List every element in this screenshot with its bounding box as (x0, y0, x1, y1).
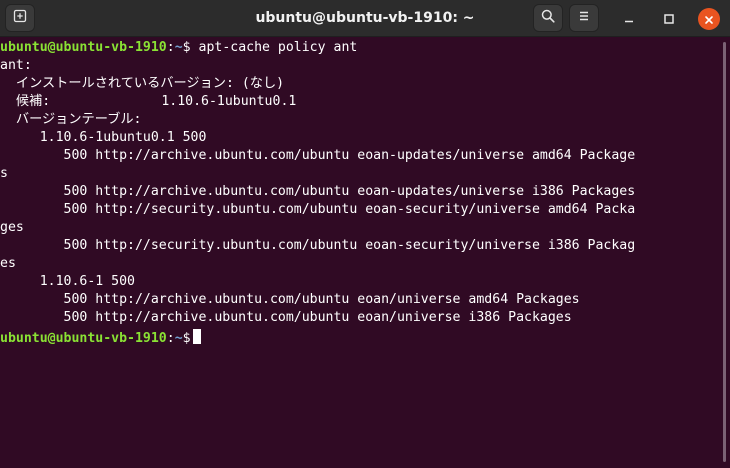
search-button[interactable] (533, 4, 563, 32)
output-line: 1.10.6-1 500 (0, 274, 135, 289)
prompt-colon: : (166, 331, 175, 346)
terminal-output[interactable]: ubuntu@ubuntu-vb-1910:~$ apt-cache polic… (0, 37, 718, 468)
maximize-icon (663, 10, 675, 29)
command-line: ubuntu@ubuntu-vb-1910:~$ apt-cache polic… (0, 39, 357, 57)
prompt-line: ubuntu@ubuntu-vb-1910:~$ (0, 329, 201, 347)
output-line: 1.10.6-1ubuntu0.1 500 (0, 130, 207, 145)
scrollbar-thumb[interactable] (723, 42, 726, 462)
text-cursor (192, 329, 201, 344)
maximize-button[interactable] (659, 9, 679, 29)
output-line: ges (0, 220, 24, 235)
output-line: バージョンテーブル: (0, 112, 142, 127)
output-line: 500 http://security.ubuntu.com/ubuntu eo… (0, 202, 636, 217)
output-line: 500 http://security.ubuntu.com/ubuntu eo… (0, 238, 636, 253)
output-line: 500 http://archive.ubuntu.com/ubuntu eoa… (0, 292, 580, 307)
prompt-userhost: ubuntu@ubuntu-vb-1910 (0, 40, 167, 55)
output-line: s (0, 166, 8, 181)
output-line: es (0, 256, 16, 271)
output-line: 500 http://archive.ubuntu.com/ubuntu eoa… (0, 184, 636, 199)
hamburger-menu-icon (576, 8, 592, 28)
minimize-icon (623, 10, 635, 29)
scrollbar[interactable] (718, 37, 730, 468)
close-icon (704, 10, 714, 29)
prompt-userhost: ubuntu@ubuntu-vb-1910 (0, 331, 167, 346)
command-text: apt-cache policy ant (198, 40, 358, 55)
terminal-window: ubuntu@ubuntu-vb-1910: ~ ubuntu@ubuntu-v… (0, 0, 730, 468)
new-tab-icon (12, 8, 28, 28)
output-line: 候補: 1.10.6-1ubuntu0.1 (0, 94, 297, 109)
prompt-colon: : (166, 40, 175, 55)
menu-button[interactable] (569, 4, 599, 32)
header-bar: ubuntu@ubuntu-vb-1910: ~ (0, 0, 730, 37)
search-icon (540, 8, 556, 28)
prompt-dollar: $ (182, 331, 191, 346)
prompt-path: ~ (174, 40, 183, 55)
prompt-dollar: $ (182, 40, 199, 55)
new-tab-button[interactable] (5, 4, 35, 32)
output-line: 500 http://archive.ubuntu.com/ubuntu eoa… (0, 310, 572, 325)
output-line: インストールされているバージョン: (なし) (0, 76, 285, 91)
minimize-button[interactable] (619, 9, 639, 29)
output-line: 500 http://archive.ubuntu.com/ubuntu eoa… (0, 148, 636, 163)
output-line: ant: (0, 58, 32, 73)
prompt-path: ~ (174, 331, 183, 346)
close-button[interactable] (698, 8, 720, 30)
window-title: ubuntu@ubuntu-vb-1910: ~ (255, 10, 475, 26)
